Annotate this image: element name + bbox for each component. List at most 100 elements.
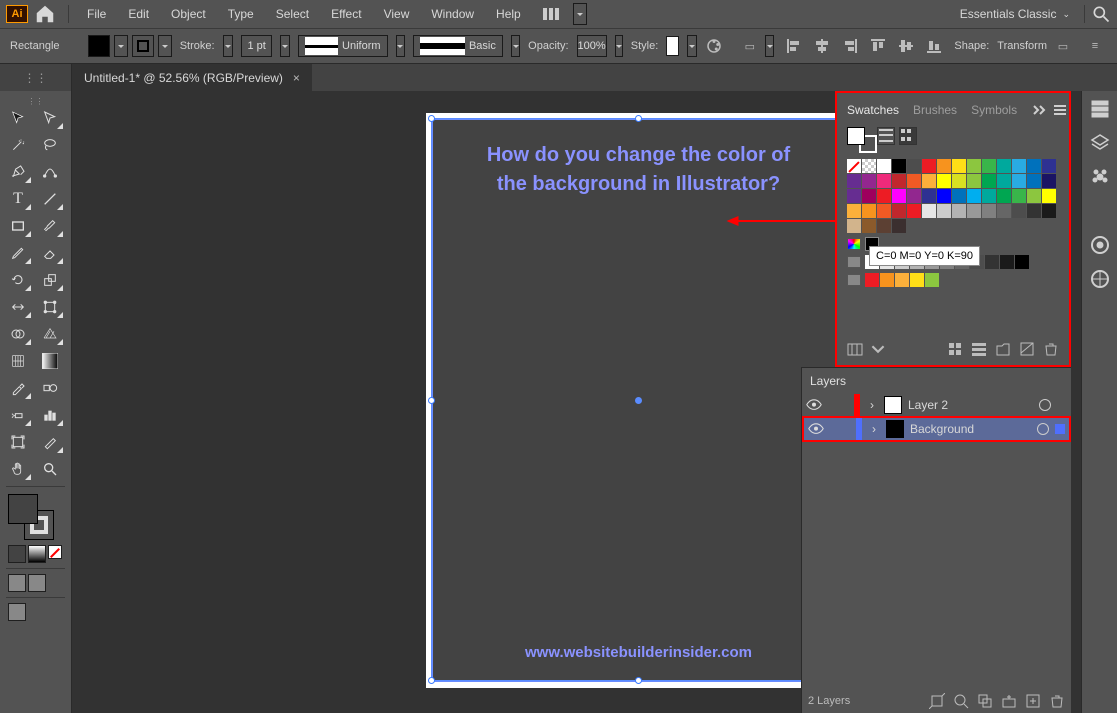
align-to-dropdown[interactable] [765,35,774,57]
home-icon[interactable] [34,3,56,25]
layer-name[interactable]: Layer 2 [908,398,948,412]
swatch-item[interactable] [967,204,981,218]
swatch-item[interactable] [1015,255,1029,269]
swatch-item[interactable] [1027,189,1041,203]
swatch-item[interactable] [892,174,906,188]
swatch-item[interactable] [907,159,921,173]
swatch-item[interactable] [877,159,891,173]
fill-swatch[interactable] [88,35,110,57]
selection-tool[interactable] [4,106,32,130]
brush-definition[interactable]: Basic [413,35,503,57]
swatch-item[interactable] [922,189,936,203]
hand-tool[interactable] [4,457,32,481]
swatch-libraries-icon[interactable] [847,341,863,357]
gradient-tool[interactable] [36,349,64,373]
swatch-item[interactable] [937,204,951,218]
swatch-item[interactable] [1012,189,1026,203]
swatch-item[interactable] [1042,159,1056,173]
pen-tool[interactable] [4,160,32,184]
magic-wand-tool[interactable] [4,133,32,157]
recolor-artwork-icon[interactable] [705,34,723,58]
layer-name[interactable]: Background [910,422,974,436]
swatch-item[interactable] [880,273,894,287]
tab-symbols[interactable]: Symbols [971,103,1017,117]
close-tab-icon[interactable]: × [293,71,300,85]
variable-width-profile[interactable]: Uniform [298,35,388,57]
workspace-switcher[interactable]: Essentials Classic ⌄ [952,7,1078,21]
swatch-item[interactable] [937,189,951,203]
fill-stroke-indicator[interactable] [8,494,54,540]
panel-menu-icon[interactable]: ≡ [1083,34,1107,58]
tab-swatches[interactable]: Swatches [847,103,899,117]
menu-effect[interactable]: Effect [321,0,371,28]
pencil-tool[interactable] [4,241,32,265]
drawing-mode-normal-icon[interactable] [8,574,26,592]
menu-view[interactable]: View [374,0,420,28]
collapse-icon[interactable] [1031,102,1047,118]
menu-object[interactable]: Object [161,0,216,28]
new-color-group-icon[interactable] [995,341,1011,357]
swatch-item[interactable] [892,204,906,218]
swatch-item[interactable] [847,174,861,188]
tab-brushes[interactable]: Brushes [913,103,957,117]
grid-view-icon[interactable] [899,127,917,145]
align-left-icon[interactable] [782,34,806,58]
swatch-item[interactable] [1042,204,1056,218]
target-icon[interactable] [1039,399,1051,411]
swatch-fill-stroke[interactable] [847,127,877,153]
tab-layers[interactable]: Layers [810,374,846,388]
swatch-item[interactable] [862,174,876,188]
opacity-input[interactable]: 100% [577,35,607,57]
shape-builder-tool[interactable] [4,322,32,346]
type-tool[interactable]: T [4,187,32,211]
swatch-item[interactable] [1027,204,1041,218]
swatch-item[interactable] [922,204,936,218]
menu-file[interactable]: File [77,0,116,28]
color-panel-icon[interactable] [1090,235,1110,255]
swatch-item[interactable] [892,159,906,173]
arrange-documents-dropdown[interactable] [573,3,587,25]
swatch-item[interactable] [937,159,951,173]
swatch-item[interactable] [865,273,879,287]
align-top-icon[interactable] [866,34,890,58]
new-swatch-icon[interactable] [1019,341,1035,357]
width-tool[interactable] [4,295,32,319]
swatch-item[interactable] [1042,189,1056,203]
swatch-group-folder-icon[interactable] [847,238,861,250]
swatch-item[interactable] [877,219,891,233]
graphic-style-dropdown[interactable] [687,35,696,57]
layer-row[interactable]: ›Layer 2 [802,394,1071,416]
swatch-item[interactable] [982,174,996,188]
swatch-item[interactable] [892,219,906,233]
paintbrush-tool[interactable] [36,214,64,238]
swatch-item[interactable] [877,204,891,218]
swatch-item[interactable] [922,159,936,173]
stroke-dropdown[interactable] [158,35,172,57]
swatch-item[interactable] [997,174,1011,188]
libraries-icon[interactable] [1090,133,1110,153]
properties-icon[interactable] [1090,99,1110,119]
tools-drag-handle-icon[interactable]: ⋮⋮ [4,97,67,103]
swatch-item[interactable] [862,159,876,173]
swatch-item[interactable] [982,159,996,173]
swatch-item[interactable] [1000,255,1014,269]
swatch-item[interactable] [982,204,996,218]
drawing-mode-behind-icon[interactable] [28,574,46,592]
align-to-icon[interactable]: ▭ [743,34,758,58]
vwp-dropdown[interactable] [396,35,405,57]
align-vcenter-icon[interactable] [894,34,918,58]
color-mode-icon[interactable] [8,545,26,563]
graphic-style-swatch[interactable] [666,36,679,56]
arrange-documents-icon[interactable] [543,8,571,20]
artboard-tool[interactable] [4,430,32,454]
delete-layer-icon[interactable] [1049,693,1065,709]
swatch-item[interactable] [982,189,996,203]
eyedropper-tool[interactable] [4,376,32,400]
panel-drag-handle-icon[interactable]: ⋮⋮ [0,64,72,91]
swatch-item[interactable] [1027,159,1041,173]
menu-type[interactable]: Type [218,0,264,28]
appearance-icon[interactable] [1090,167,1110,187]
align-right-icon[interactable] [838,34,862,58]
panel-menu-icon[interactable] [1053,102,1067,118]
fill-dropdown[interactable] [114,35,128,57]
